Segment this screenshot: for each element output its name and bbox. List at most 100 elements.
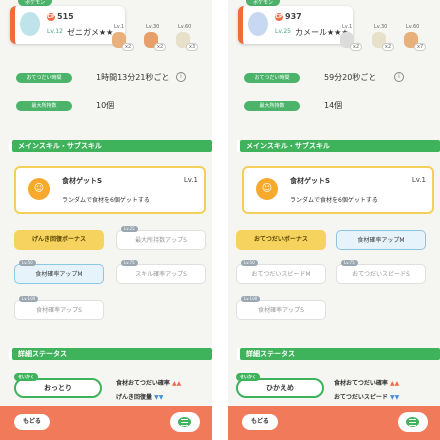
- ingredient-level: Lv.60: [406, 24, 420, 30]
- pokemon-avatar: [20, 12, 40, 36]
- nature-name: おっとり: [44, 384, 72, 392]
- subskill-5[interactable]: Lv.100 食材確率アップS: [236, 296, 326, 320]
- subskill-2[interactable]: 食材確率アップM: [336, 230, 426, 250]
- nature-pill[interactable]: せいかく ひかえめ: [236, 373, 324, 398]
- ingredient-count: x7: [414, 43, 427, 51]
- subskill-label: 食材確率アップS: [36, 307, 82, 314]
- nature-name: ひかえめ: [266, 384, 294, 392]
- subskill-level-tag: Lv.50: [19, 260, 36, 266]
- pokemon-header-card[interactable]: CP 937 Lv.25 カメール★★★: [238, 6, 353, 44]
- section-status-header: 詳細ステータス: [237, 348, 440, 360]
- footer-bar: もどる: [0, 406, 212, 440]
- subskill-3[interactable]: Lv.50 おてつだいスピードM: [236, 260, 326, 284]
- subskill-4[interactable]: Lv.75 おてつだいスピードS: [336, 260, 426, 284]
- subskill-level-tag: Lv.25: [121, 226, 138, 232]
- subskill-label: 食材確率アップM: [357, 237, 405, 244]
- footer-bar: もどる: [228, 406, 440, 440]
- back-button[interactable]: もどる: [14, 414, 50, 430]
- info-value: 1時間13分21秒ごと: [96, 73, 170, 82]
- max-carry-row: 最大所持数 14個: [244, 100, 434, 114]
- ingredient-count: x2: [382, 43, 395, 51]
- info-label: おてつだい時間: [16, 73, 72, 83]
- help-time-row: おてつだい時間 1時間13分21秒ごと i: [16, 72, 206, 86]
- back-button[interactable]: もどる: [242, 414, 278, 430]
- subskill-label: おてつだいスピードS: [352, 271, 410, 278]
- ingredient-slot-1: Lv.1 x2: [112, 24, 135, 52]
- skill-icon: ☺: [256, 178, 278, 200]
- main-skill-desc: ランダムで食材を6個ゲットする: [290, 197, 378, 204]
- main-skill-name: 食材ゲットS: [62, 177, 103, 185]
- main-skill-level: Lv.1: [183, 176, 198, 184]
- subskill-3[interactable]: Lv.50 食材確率アップM: [14, 260, 104, 284]
- ingredient-slot-3: Lv.60 x3: [176, 24, 199, 52]
- info-icon[interactable]: i: [176, 72, 186, 82]
- subskill-label: 食材確率アップM: [35, 271, 83, 278]
- info-label: 最大所持数: [16, 101, 72, 111]
- pokemon-avatar: [248, 12, 268, 36]
- nature-effect-down: おてつだいスピード ▼▼: [334, 392, 399, 401]
- subskill-5[interactable]: Lv.100 食材確率アップS: [14, 296, 104, 320]
- subskill-label: げんき回復ボーナス: [31, 236, 86, 243]
- ingredient-slot-3: Lv.60 x7: [404, 24, 427, 52]
- ingredient-slot-2: Lv.30 x2: [144, 24, 167, 52]
- info-value: 59分20秒ごと: [324, 73, 377, 82]
- ingredient-level: Lv.30: [146, 24, 160, 30]
- cp-value: CP 937: [275, 12, 302, 21]
- nature-effect-up: 食材おてつだい確率 ▲▲: [116, 378, 181, 387]
- info-icon[interactable]: i: [394, 72, 404, 82]
- info-value: 10個: [96, 101, 115, 110]
- pokemon-level: Lv.25: [275, 28, 291, 35]
- section-status-header: 詳細ステータス: [9, 348, 212, 360]
- cp-icon: CP: [47, 12, 55, 21]
- ingredient-slot-2: Lv.30 x2: [372, 24, 395, 52]
- subskill-2[interactable]: Lv.25 最大所持数アップS: [116, 226, 206, 250]
- effect-label: げんき回復量: [116, 394, 153, 401]
- nature-effect-down: げんき回復量 ▼▼: [116, 392, 163, 401]
- main-skill-card[interactable]: ☺ 食材ゲットS Lv.1 ランダムで食材を6個ゲットする: [242, 166, 434, 214]
- hamburger-icon: [406, 417, 419, 427]
- subskill-1[interactable]: げんき回復ボーナス: [14, 230, 104, 250]
- help-time-row: おてつだい時間 59分20秒ごと i: [244, 72, 434, 86]
- ingredient-level: Lv.60: [178, 24, 192, 30]
- skill-icon: ☺: [28, 178, 50, 200]
- subskill-1[interactable]: おてつだいボーナス: [236, 230, 326, 250]
- section-skills-header: メインスキル・サブスキル: [237, 140, 440, 152]
- cp-value: CP 515: [47, 12, 74, 21]
- down-arrows-icon: ▼▼: [154, 394, 164, 401]
- nature-tag: せいかく: [14, 373, 38, 381]
- pokemon-header-card[interactable]: CP 515 Lv.12 ゼニガメ★★: [10, 6, 125, 44]
- up-arrows-icon: ▲▲: [171, 380, 182, 387]
- ingredient-count: x2: [154, 43, 167, 51]
- menu-button[interactable]: [170, 412, 200, 432]
- ingredient-slot-1: Lv.1 x2: [340, 24, 363, 52]
- main-skill-card[interactable]: ☺ 食材ゲットS Lv.1 ランダムで食材を6個ゲットする: [14, 166, 206, 214]
- subskill-level-tag: Lv.75: [341, 260, 358, 266]
- left-pokemon-panel: ポケモン CP 515 Lv.12 ゼニガメ★★ Lv.1 x2 Lv.30 x2…: [0, 0, 212, 440]
- nature-pill[interactable]: せいかく おっとり: [14, 373, 102, 398]
- main-skill-name: 食材ゲットS: [290, 177, 331, 185]
- subskill-4[interactable]: Lv.75 スキル確率アップS: [116, 260, 206, 284]
- ingredient-level: Lv.30: [374, 24, 388, 30]
- menu-button[interactable]: [398, 412, 428, 432]
- effect-label: おてつだいスピード: [334, 394, 388, 401]
- subskill-label: おてつだいスピードM: [251, 271, 311, 278]
- pokemon-name: ゼニガメ★★: [67, 28, 114, 37]
- main-skill-level: Lv.1: [411, 176, 426, 184]
- subskill-label: 食材確率アップS: [258, 307, 304, 314]
- subskill-level-tag: Lv.100: [19, 296, 39, 302]
- up-arrows-icon: ▲▲: [389, 380, 400, 387]
- cp-icon: CP: [275, 12, 283, 21]
- effect-label: 食材おてつだい確率: [116, 380, 170, 387]
- info-value: 14個: [324, 101, 343, 110]
- subskill-label: スキル確率アップS: [135, 271, 187, 278]
- right-pokemon-panel: ポケモン CP 937 Lv.25 カメール★★★ Lv.1 x2 Lv.30 x…: [228, 0, 440, 440]
- nature-tag: せいかく: [236, 373, 260, 381]
- info-label: 最大所持数: [244, 101, 300, 111]
- cp-number: 515: [57, 12, 74, 21]
- nature-effect-up: 食材おてつだい確率 ▲▲: [334, 378, 399, 387]
- cp-number: 937: [285, 12, 302, 21]
- subskill-level-tag: Lv.50: [241, 260, 258, 266]
- main-skill-desc: ランダムで食材を6個ゲットする: [62, 197, 150, 204]
- subskill-label: おてつだいボーナス: [254, 236, 308, 243]
- effect-label: 食材おてつだい確率: [334, 380, 388, 387]
